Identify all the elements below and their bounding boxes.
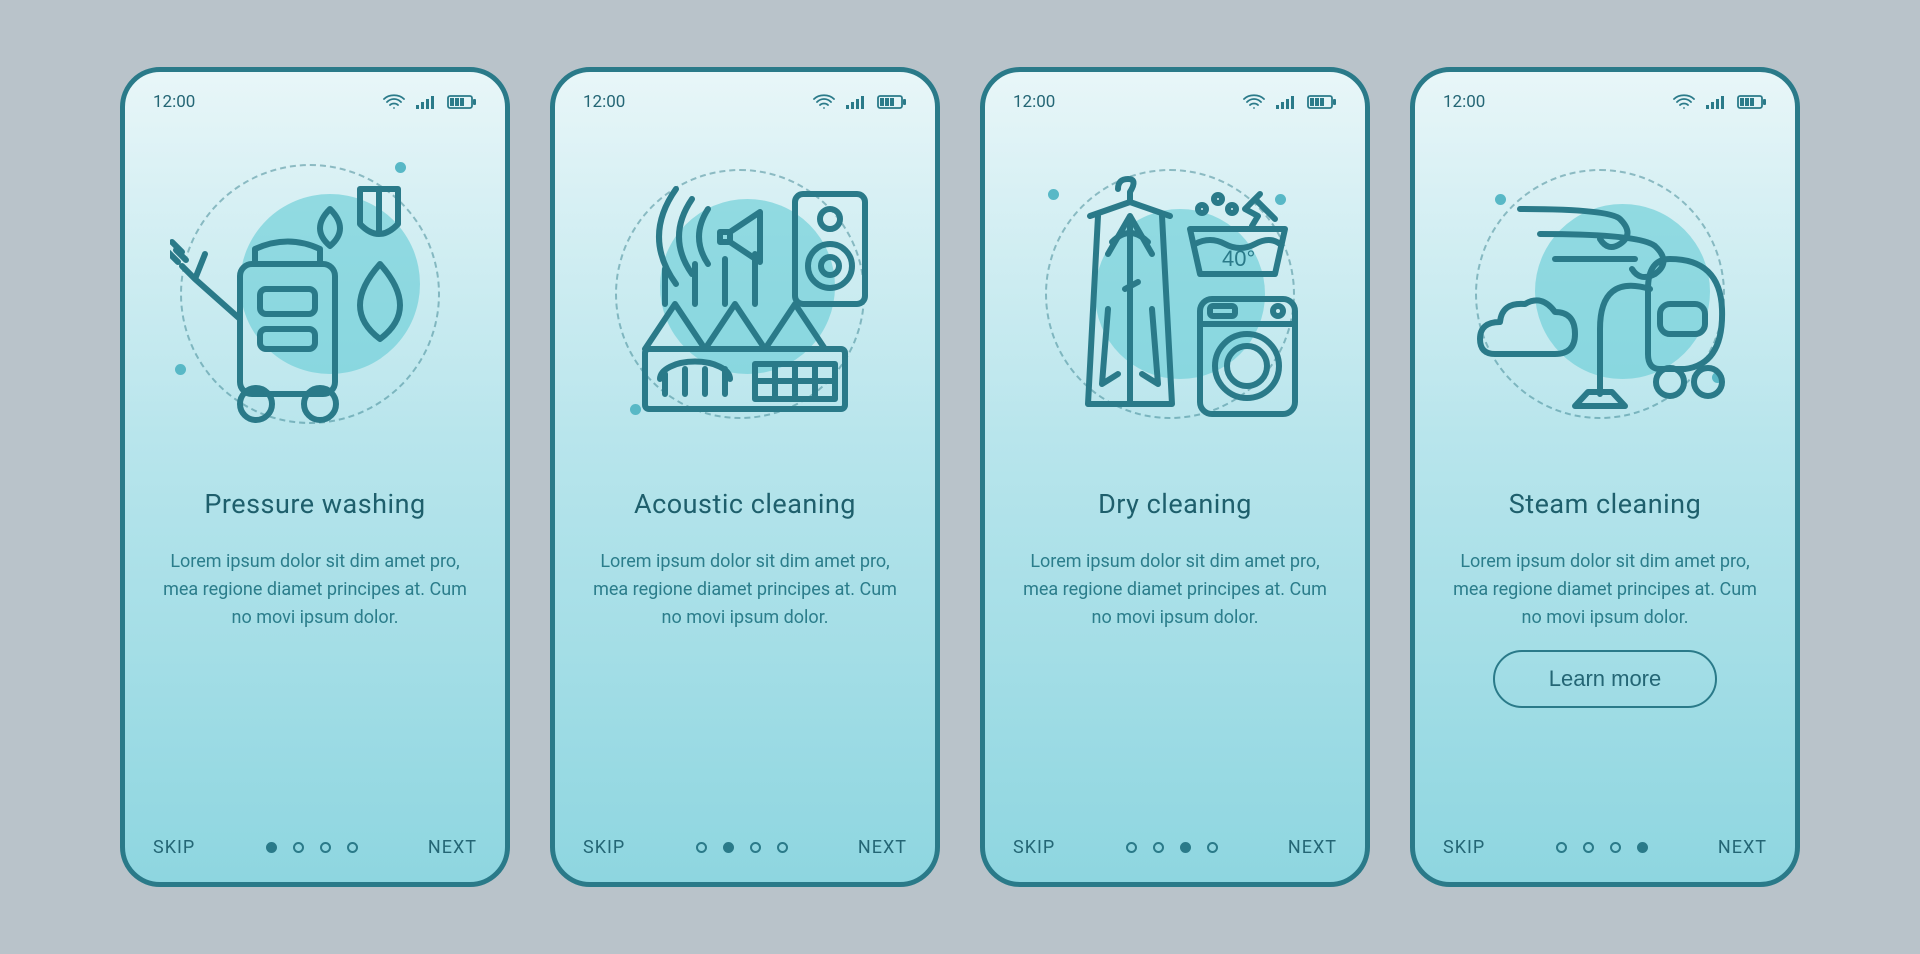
dot-2[interactable]: [1583, 842, 1594, 853]
signal-icon: [415, 94, 437, 110]
screen-steam-cleaning: 12:00: [1410, 67, 1800, 887]
signal-icon: [1275, 94, 1297, 110]
clock: 12:00: [153, 92, 195, 112]
wifi-icon: [813, 94, 835, 110]
next-button[interactable]: NEXT: [428, 837, 477, 858]
acoustic-speaker-icon: [600, 154, 890, 444]
status-icons: [383, 94, 477, 110]
status-icons: [1673, 94, 1767, 110]
skip-button[interactable]: SKIP: [583, 837, 625, 858]
next-button[interactable]: NEXT: [1288, 837, 1337, 858]
dot-3[interactable]: [320, 842, 331, 853]
wifi-icon: [1243, 94, 1265, 110]
status-icons: [1243, 94, 1337, 110]
dot-4[interactable]: [1207, 842, 1218, 853]
dot-2[interactable]: [1153, 842, 1164, 853]
page-indicator: [266, 842, 358, 853]
screen-title: Pressure washing: [153, 488, 477, 520]
screen-dry-cleaning: 12:00: [980, 67, 1370, 887]
screen-description: Lorem ipsum dolor sit dim amet pro, mea …: [583, 548, 907, 708]
page-indicator: [1556, 842, 1648, 853]
skip-button[interactable]: SKIP: [1443, 837, 1485, 858]
dot-1[interactable]: [696, 842, 707, 853]
page-indicator: [696, 842, 788, 853]
screen-title: Acoustic cleaning: [583, 488, 907, 520]
screen-description: Lorem ipsum dolor sit dim amet pro, mea …: [1443, 548, 1767, 632]
battery-icon: [1307, 94, 1337, 110]
screen-pressure-washing: 12:00: [120, 67, 510, 887]
wifi-icon: [383, 94, 405, 110]
steam-vacuum-icon: [1460, 154, 1750, 444]
wifi-icon: [1673, 94, 1695, 110]
dot-1[interactable]: [1556, 842, 1567, 853]
skip-button[interactable]: SKIP: [153, 837, 195, 858]
dot-3[interactable]: [750, 842, 761, 853]
statusbar: 12:00: [1013, 92, 1337, 112]
dry-clean-icon: 40°: [1030, 154, 1320, 444]
illustration: [583, 134, 907, 464]
screen-description: Lorem ipsum dolor sit dim amet pro, mea …: [1013, 548, 1337, 708]
dot-1[interactable]: [266, 842, 277, 853]
screen-description: Lorem ipsum dolor sit dim amet pro, mea …: [153, 548, 477, 708]
statusbar: 12:00: [153, 92, 477, 112]
screen-title: Dry cleaning: [1013, 488, 1337, 520]
skip-button[interactable]: SKIP: [1013, 837, 1055, 858]
next-button[interactable]: NEXT: [858, 837, 907, 858]
dot-2[interactable]: [293, 842, 304, 853]
dot-4[interactable]: [347, 842, 358, 853]
clock: 12:00: [1013, 92, 1055, 112]
statusbar: 12:00: [583, 92, 907, 112]
illustration: [153, 134, 477, 464]
screen-acoustic-cleaning: 12:00: [550, 67, 940, 887]
next-button[interactable]: NEXT: [1718, 837, 1767, 858]
statusbar: 12:00: [1443, 92, 1767, 112]
dot-2[interactable]: [723, 842, 734, 853]
clock: 12:00: [583, 92, 625, 112]
battery-icon: [1737, 94, 1767, 110]
dot-1[interactable]: [1126, 842, 1137, 853]
learn-more-button[interactable]: Learn more: [1493, 650, 1718, 708]
onboarding-stage: 12:00: [120, 67, 1800, 887]
svg-text:40°: 40°: [1222, 246, 1255, 271]
status-icons: [813, 94, 907, 110]
signal-icon: [845, 94, 867, 110]
page-indicator: [1126, 842, 1218, 853]
illustration: 40°: [1013, 134, 1337, 464]
dot-4[interactable]: [1637, 842, 1648, 853]
dot-3[interactable]: [1180, 842, 1191, 853]
signal-icon: [1705, 94, 1727, 110]
clock: 12:00: [1443, 92, 1485, 112]
screen-title: Steam cleaning: [1443, 488, 1767, 520]
battery-icon: [447, 94, 477, 110]
illustration: [1443, 134, 1767, 464]
dot-3[interactable]: [1610, 842, 1621, 853]
pressure-washer-icon: [170, 154, 460, 444]
dot-4[interactable]: [777, 842, 788, 853]
battery-icon: [877, 94, 907, 110]
